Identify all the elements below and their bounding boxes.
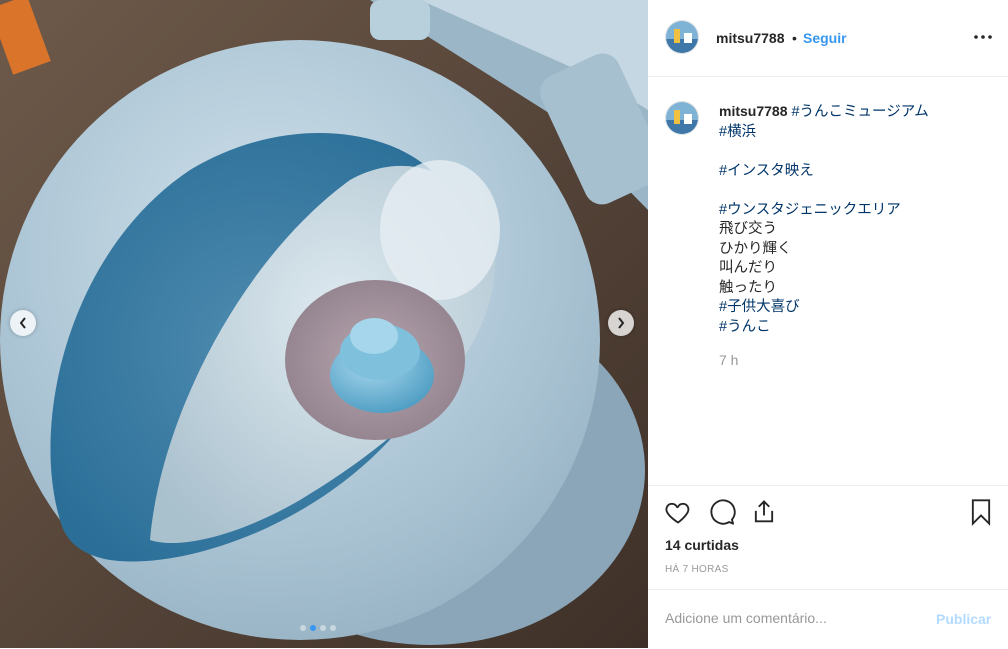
likes-count[interactable]: 14 curtidas bbox=[665, 537, 739, 553]
post-side-panel: mitsu7788 • Seguir mitsu7788 #うんこミュージアム … bbox=[648, 0, 1008, 648]
more-horizontal-icon bbox=[974, 35, 992, 39]
bookmark-icon bbox=[971, 499, 991, 526]
post-photo[interactable] bbox=[0, 0, 648, 648]
carousel-dot bbox=[330, 625, 336, 631]
carousel-indicator bbox=[300, 625, 336, 631]
share-button[interactable] bbox=[750, 498, 778, 526]
caption-text-line: ひかり輝く bbox=[719, 240, 792, 257]
hashtag-link[interactable]: #インスタ映え bbox=[719, 163, 814, 179]
comment-button[interactable] bbox=[708, 498, 736, 526]
comment-timestamp[interactable]: 7 h bbox=[719, 352, 738, 368]
caption-text-line: 飛び交う bbox=[719, 221, 777, 237]
carousel-dot-active bbox=[310, 625, 316, 631]
comment-input[interactable] bbox=[665, 610, 915, 626]
hashtag-link[interactable]: #うんこミュージアム bbox=[791, 104, 928, 120]
publish-button[interactable]: Publicar bbox=[936, 611, 991, 627]
separator-dot: • bbox=[792, 30, 797, 46]
caption-text-line: 触ったり bbox=[719, 279, 777, 296]
add-comment-bar: Publicar bbox=[648, 589, 1008, 649]
caption-text-line: 叫んだり bbox=[719, 260, 777, 276]
hashtag-link[interactable]: #子供大喜び bbox=[719, 299, 800, 315]
hashtag-link[interactable]: #ウンスタジェニックエリア bbox=[719, 202, 901, 218]
follow-button[interactable]: Seguir bbox=[803, 30, 847, 46]
carousel-dot bbox=[300, 625, 306, 631]
comments-section: mitsu7788 #うんこミュージアム #横浜 #インスタ映え #ウンスタジェニ… bbox=[648, 77, 1008, 486]
save-button[interactable] bbox=[967, 498, 995, 526]
avatar-image bbox=[666, 21, 698, 53]
comment-icon bbox=[710, 499, 736, 525]
toilet-photo-image bbox=[0, 0, 648, 648]
carousel-dot bbox=[320, 625, 326, 631]
chevron-left-icon bbox=[19, 317, 26, 329]
heart-icon bbox=[665, 502, 690, 524]
avatar[interactable] bbox=[665, 20, 699, 54]
avatar-image bbox=[666, 102, 698, 134]
previous-slide-button[interactable] bbox=[10, 310, 36, 336]
chevron-right-icon bbox=[618, 317, 625, 329]
post-timestamp[interactable]: HÁ 7 HORAS bbox=[665, 564, 729, 575]
share-icon bbox=[754, 500, 774, 523]
avatar[interactable] bbox=[665, 101, 699, 135]
hashtag-link[interactable]: #うんこ bbox=[719, 319, 771, 335]
post-header: mitsu7788 • Seguir bbox=[648, 0, 1008, 77]
hashtag-link[interactable]: #横浜 bbox=[719, 124, 756, 140]
like-button[interactable] bbox=[664, 498, 692, 526]
next-slide-button[interactable] bbox=[608, 310, 634, 336]
caption-username-link[interactable]: mitsu7788 bbox=[719, 103, 787, 119]
post-caption: mitsu7788 #うんこミュージアム #横浜 #インスタ映え #ウンスタジェニ… bbox=[719, 102, 989, 337]
instagram-post-view: mitsu7788 • Seguir mitsu7788 #うんこミュージアム … bbox=[0, 0, 1008, 648]
post-username-link[interactable]: mitsu7788 bbox=[716, 30, 784, 46]
more-options-button[interactable] bbox=[972, 26, 994, 48]
